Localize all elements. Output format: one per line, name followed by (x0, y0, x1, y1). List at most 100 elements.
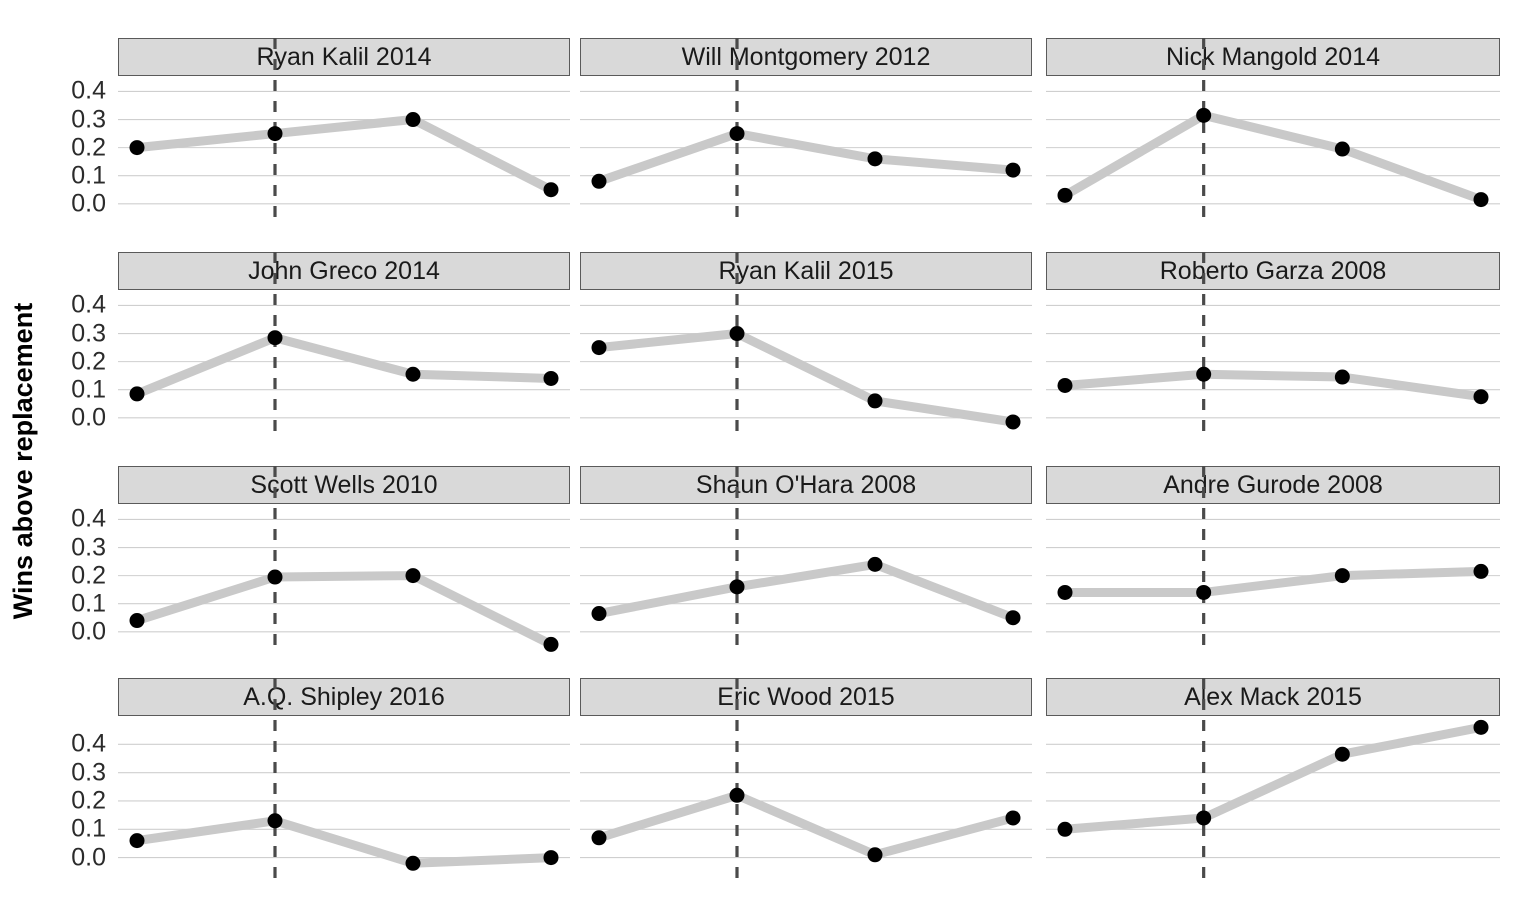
facet-plot-area (1046, 678, 1500, 878)
data-point (1057, 377, 1073, 393)
data-point (729, 126, 745, 142)
facet-panel: Ryan Kalil 2014 (118, 38, 570, 224)
facet-panel-title: Ryan Kalil 2015 (580, 252, 1032, 290)
facet-panel: Ryan Kalil 2015 (580, 252, 1032, 438)
y-axis-tick-labels: 0.4 0.3 0.2 0.1 0.0 (0, 678, 112, 878)
facet-plot-svg (580, 678, 1032, 878)
facet-plot-area (118, 466, 570, 652)
y-tick-label: 0.2 (71, 347, 106, 376)
series-line (594, 129, 1018, 186)
data-point (129, 833, 145, 849)
series-line (132, 333, 556, 399)
y-tick-label: 0.0 (71, 617, 106, 646)
series-line (132, 571, 556, 649)
data-point (267, 126, 283, 142)
data-point (1057, 187, 1073, 203)
facet-panel: Alex Mack 2015 (1046, 678, 1500, 878)
facet-panel: Will Montgomery 2012 (580, 38, 1032, 224)
facet-row: 0.4 0.3 0.2 0.1 0.0 A.Q. Shipley 2016 Eric Woo… (0, 678, 1536, 878)
y-tick-label: 0.4 (71, 729, 106, 758)
facet-plot-area (1046, 38, 1500, 224)
facet-panel-title: Nick Mangold 2014 (1046, 38, 1500, 76)
facet-plot-area (1046, 466, 1500, 652)
facet-panel-title: A.Q. Shipley 2016 (118, 678, 570, 716)
y-tick-label: 0.1 (71, 814, 106, 843)
facet-panel: Shaun O'Hara 2008 (580, 466, 1032, 652)
facet-panel: Eric Wood 2015 (580, 678, 1032, 878)
data-point (1005, 162, 1021, 178)
y-tick-label: 0.2 (71, 561, 106, 590)
facet-plot-svg (118, 38, 570, 224)
data-point (867, 556, 883, 572)
facet-panel: Nick Mangold 2014 (1046, 38, 1500, 224)
data-point (1057, 584, 1073, 600)
facet-plot-area (118, 38, 570, 224)
data-point (729, 579, 745, 595)
data-point (405, 855, 421, 871)
data-point (543, 636, 559, 652)
series-line (1060, 722, 1486, 834)
facet-plot-svg (1046, 466, 1500, 652)
data-point (129, 613, 145, 629)
facet-row: 0.4 0.3 0.2 0.1 0.0 Ryan Kalil 2014 Will Montg… (0, 38, 1536, 224)
data-point (267, 569, 283, 585)
facet-panel: Scott Wells 2010 (118, 466, 570, 652)
series-line (594, 559, 1018, 623)
y-tick-label: 0.1 (71, 589, 106, 618)
facet-panel-title: John Greco 2014 (118, 252, 570, 290)
data-point (1334, 746, 1350, 762)
facet-plot-area (580, 678, 1032, 878)
data-point (1473, 192, 1489, 208)
data-point (1334, 141, 1350, 157)
facet-panel-title: Roberto Garza 2008 (1046, 252, 1500, 290)
facet-row: 0.4 0.3 0.2 0.1 0.0 Scott Wells 2010 Shaun O'H… (0, 466, 1536, 652)
data-point (867, 393, 883, 409)
facet-plot-area (118, 678, 570, 878)
y-tick-label: 0.3 (71, 319, 106, 348)
data-point (729, 326, 745, 342)
facet-plot-area (118, 252, 570, 438)
facet-panel: Roberto Garza 2008 (1046, 252, 1500, 438)
data-point (1334, 568, 1350, 584)
facet-panel-title: Eric Wood 2015 (580, 678, 1032, 716)
data-point (1196, 366, 1212, 382)
facet-plot-svg (118, 466, 570, 652)
y-tick-label: 0.4 (71, 504, 106, 533)
data-point (1196, 584, 1212, 600)
y-tick-label: 0.0 (71, 843, 106, 872)
data-point (405, 112, 421, 128)
data-point (591, 340, 607, 356)
series-line (594, 329, 1018, 427)
y-tick-label: 0.0 (71, 189, 106, 218)
facet-plot-svg (580, 38, 1032, 224)
facet-panel-title: Alex Mack 2015 (1046, 678, 1500, 716)
facet-panel-title: Will Montgomery 2012 (580, 38, 1032, 76)
facet-plot-area (580, 252, 1032, 438)
y-tick-label: 0.3 (71, 758, 106, 787)
data-point (405, 568, 421, 584)
facet-plot-svg (580, 252, 1032, 438)
data-point (1196, 810, 1212, 826)
facet-panel: John Greco 2014 (118, 252, 570, 438)
data-point (1196, 107, 1212, 123)
facet-plot-svg (1046, 678, 1500, 878)
series-line (132, 115, 556, 195)
data-point (591, 606, 607, 622)
series-line (1060, 369, 1486, 402)
y-tick-label: 0.3 (71, 533, 106, 562)
data-point (591, 173, 607, 189)
facet-plot-area (1046, 252, 1500, 438)
data-point (867, 847, 883, 863)
y-axis-tick-labels: 0.4 0.3 0.2 0.1 0.0 (0, 466, 112, 652)
facet-plot-area (580, 38, 1032, 224)
data-point (1473, 719, 1489, 735)
data-point (1005, 810, 1021, 826)
facet-chart-figure: Wins above replacement 0.4 0.3 0.2 0.1 0.0 Ry… (0, 0, 1536, 922)
facet-panel: Andre Gurode 2008 (1046, 466, 1500, 652)
facet-panel-title: Shaun O'Hara 2008 (580, 466, 1032, 504)
data-point (1473, 563, 1489, 579)
y-tick-label: 0.3 (71, 105, 106, 134)
y-tick-label: 0.2 (71, 786, 106, 815)
series-line (594, 790, 1018, 860)
y-tick-label: 0.4 (71, 290, 106, 319)
